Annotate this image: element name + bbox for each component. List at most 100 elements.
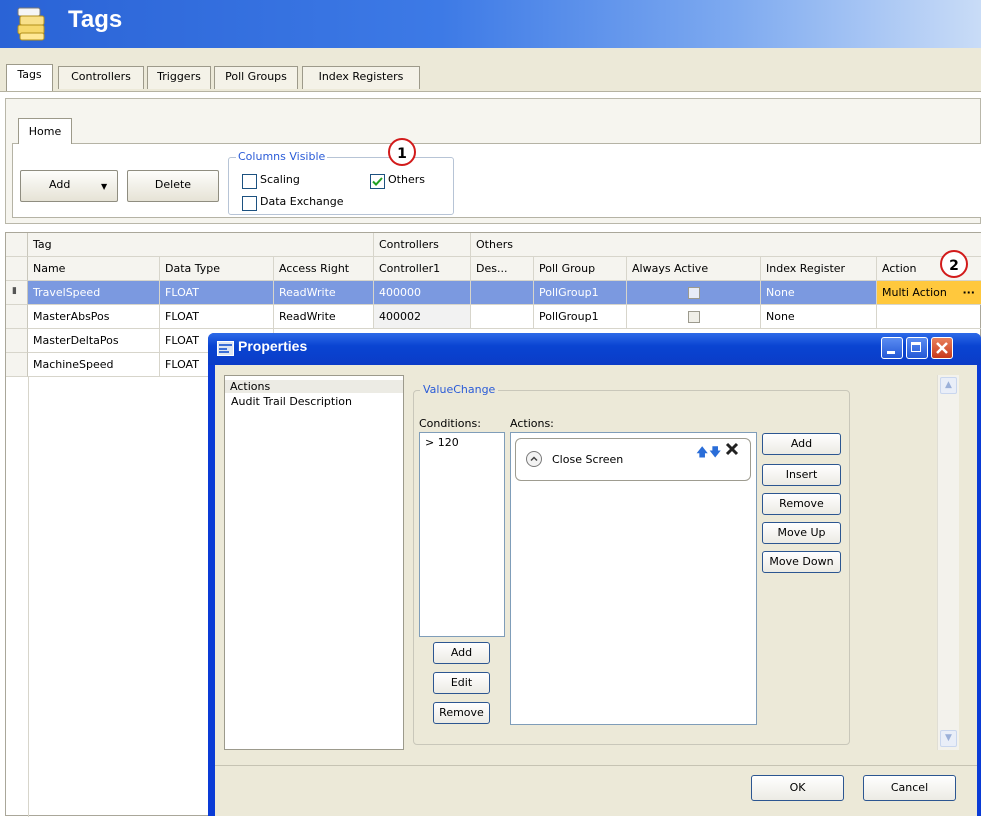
cell-action[interactable] — [877, 305, 981, 329]
close-icon — [936, 342, 948, 354]
grid-divider — [28, 377, 29, 817]
condition-item[interactable]: > 120 — [425, 436, 459, 449]
minimize-button[interactable] — [881, 337, 903, 359]
scaling-label: Scaling — [260, 173, 300, 186]
app-title: Tags — [68, 6, 123, 33]
move-up-button[interactable]: Move Up — [762, 522, 841, 544]
grid-corner — [6, 233, 28, 257]
close-window-button[interactable] — [931, 337, 953, 359]
row-header[interactable] — [6, 329, 28, 353]
tab-tags[interactable]: Tags — [6, 64, 53, 91]
ellipsis-button[interactable]: ··· — [962, 281, 975, 304]
tags-app-icon — [14, 6, 50, 42]
app-title-bar — [0, 0, 981, 48]
checkmark-icon — [372, 177, 383, 186]
conditions-list[interactable]: > 120 — [419, 432, 505, 637]
scroll-up-icon[interactable]: ▲ — [940, 377, 957, 394]
always-active-checkbox[interactable] — [688, 311, 700, 323]
cell-name[interactable]: MachineSpeed — [28, 353, 160, 377]
add-condition-button[interactable]: Add — [433, 642, 490, 664]
move-up-icon[interactable]: 🡅 — [696, 443, 708, 464]
others-checkbox[interactable] — [370, 174, 385, 189]
tab-triggers[interactable]: Triggers — [147, 66, 211, 89]
move-down-button[interactable]: Move Down — [762, 551, 841, 573]
cancel-button[interactable]: Cancel — [863, 775, 956, 801]
cell-always-active[interactable] — [627, 305, 761, 329]
cell-index-register[interactable]: None — [761, 281, 877, 305]
row-header[interactable] — [6, 353, 28, 377]
cell-poll-group[interactable]: PollGroup1 — [534, 305, 627, 329]
cell-access-right[interactable]: ReadWrite — [274, 281, 374, 305]
action-value: Multi Action — [882, 286, 947, 299]
dialog-vertical-scrollbar[interactable]: ▲ ▼ — [937, 375, 959, 750]
move-down-icon[interactable]: 🡇 — [709, 443, 721, 464]
delete-button[interactable]: Delete — [127, 170, 219, 202]
cell-controller1[interactable]: 400000 — [374, 281, 471, 305]
cell-access-right[interactable]: ReadWrite — [274, 305, 374, 329]
properties-window-icon — [217, 341, 234, 356]
action-item-label: Close Screen — [552, 453, 624, 466]
collapse-icon[interactable] — [526, 451, 542, 467]
group-header-tag: Tag — [28, 233, 374, 257]
remove-condition-button[interactable]: Remove — [433, 702, 490, 724]
maximize-button[interactable] — [906, 337, 928, 359]
action-item-close-screen[interactable]: Close Screen 🡅 🡇 — [515, 438, 751, 481]
scaling-checkbox[interactable] — [242, 174, 257, 189]
cell-poll-group[interactable]: PollGroup1 — [534, 281, 627, 305]
ok-button[interactable]: OK — [751, 775, 844, 801]
tab-poll-groups[interactable]: Poll Groups — [214, 66, 298, 89]
cell-name[interactable]: TravelSpeed — [28, 281, 160, 305]
insert-action-button[interactable]: Insert — [762, 464, 841, 486]
add-button-label: Add — [49, 178, 71, 191]
cell-always-active[interactable] — [627, 281, 761, 305]
col-header-name[interactable]: Name — [28, 257, 160, 281]
value-change-legend: ValueChange — [420, 383, 499, 396]
nav-item-audit-trail[interactable]: Audit Trail Description — [231, 395, 352, 408]
properties-nav-list: Actions Audit Trail Description — [224, 375, 404, 750]
tab-controllers[interactable]: Controllers — [58, 66, 144, 89]
callout-2: 2 — [940, 250, 968, 278]
delete-x-icon[interactable] — [724, 441, 740, 460]
scroll-down-icon[interactable]: ▼ — [940, 730, 957, 747]
edit-condition-button[interactable]: Edit — [433, 672, 490, 694]
col-header-always-active[interactable]: Always Active — [627, 257, 761, 281]
dialog-separator — [215, 765, 977, 766]
col-header-access-right[interactable]: Access Right — [274, 257, 374, 281]
tab-index-registers[interactable]: Index Registers — [302, 66, 420, 89]
grid-corner — [6, 257, 28, 281]
cell-data-type[interactable]: FLOAT — [160, 281, 274, 305]
cell-description[interactable] — [471, 281, 534, 305]
row-header[interactable] — [6, 305, 28, 329]
cell-index-register[interactable]: None — [761, 305, 877, 329]
main-tab-bar: Tags Controllers Triggers Poll Groups In… — [0, 48, 981, 92]
col-header-poll-group[interactable]: Poll Group — [534, 257, 627, 281]
dropdown-arrow-icon: ▼ — [101, 182, 108, 191]
maximize-icon — [911, 342, 921, 352]
dialog-title-bar[interactable] — [208, 333, 981, 365]
col-header-index-register[interactable]: Index Register — [761, 257, 877, 281]
cell-description[interactable] — [471, 305, 534, 329]
row-header-current[interactable]: ▮ — [6, 281, 28, 305]
cell-name[interactable]: MasterDeltaPos — [28, 329, 160, 353]
col-header-controller1[interactable]: Controller1 — [374, 257, 471, 281]
columns-visible-legend: Columns Visible — [236, 150, 328, 163]
minimize-icon — [887, 351, 895, 354]
col-header-description[interactable]: Des... — [471, 257, 534, 281]
nav-item-actions[interactable]: Actions — [225, 380, 403, 393]
add-dropdown-button[interactable]: Add ▼ — [20, 170, 118, 202]
data-exchange-label: Data Exchange — [260, 195, 344, 208]
remove-action-button[interactable]: Remove — [762, 493, 841, 515]
cell-name[interactable]: MasterAbsPos — [28, 305, 160, 329]
callout-1: 1 — [388, 138, 416, 166]
others-label: Others — [388, 173, 425, 186]
cell-data-type[interactable]: FLOAT — [160, 305, 274, 329]
data-exchange-checkbox[interactable] — [242, 196, 257, 211]
col-header-data-type[interactable]: Data Type — [160, 257, 274, 281]
always-active-checkbox[interactable] — [688, 287, 700, 299]
conditions-label: Conditions: — [419, 417, 481, 430]
cell-action[interactable]: Multi Action ··· — [877, 281, 981, 305]
cell-controller1[interactable]: 400002 — [374, 305, 471, 329]
current-row-icon: ▮ — [12, 286, 17, 296]
ribbon-tab-home[interactable]: Home — [18, 118, 72, 144]
add-action-button[interactable]: Add — [762, 433, 841, 455]
